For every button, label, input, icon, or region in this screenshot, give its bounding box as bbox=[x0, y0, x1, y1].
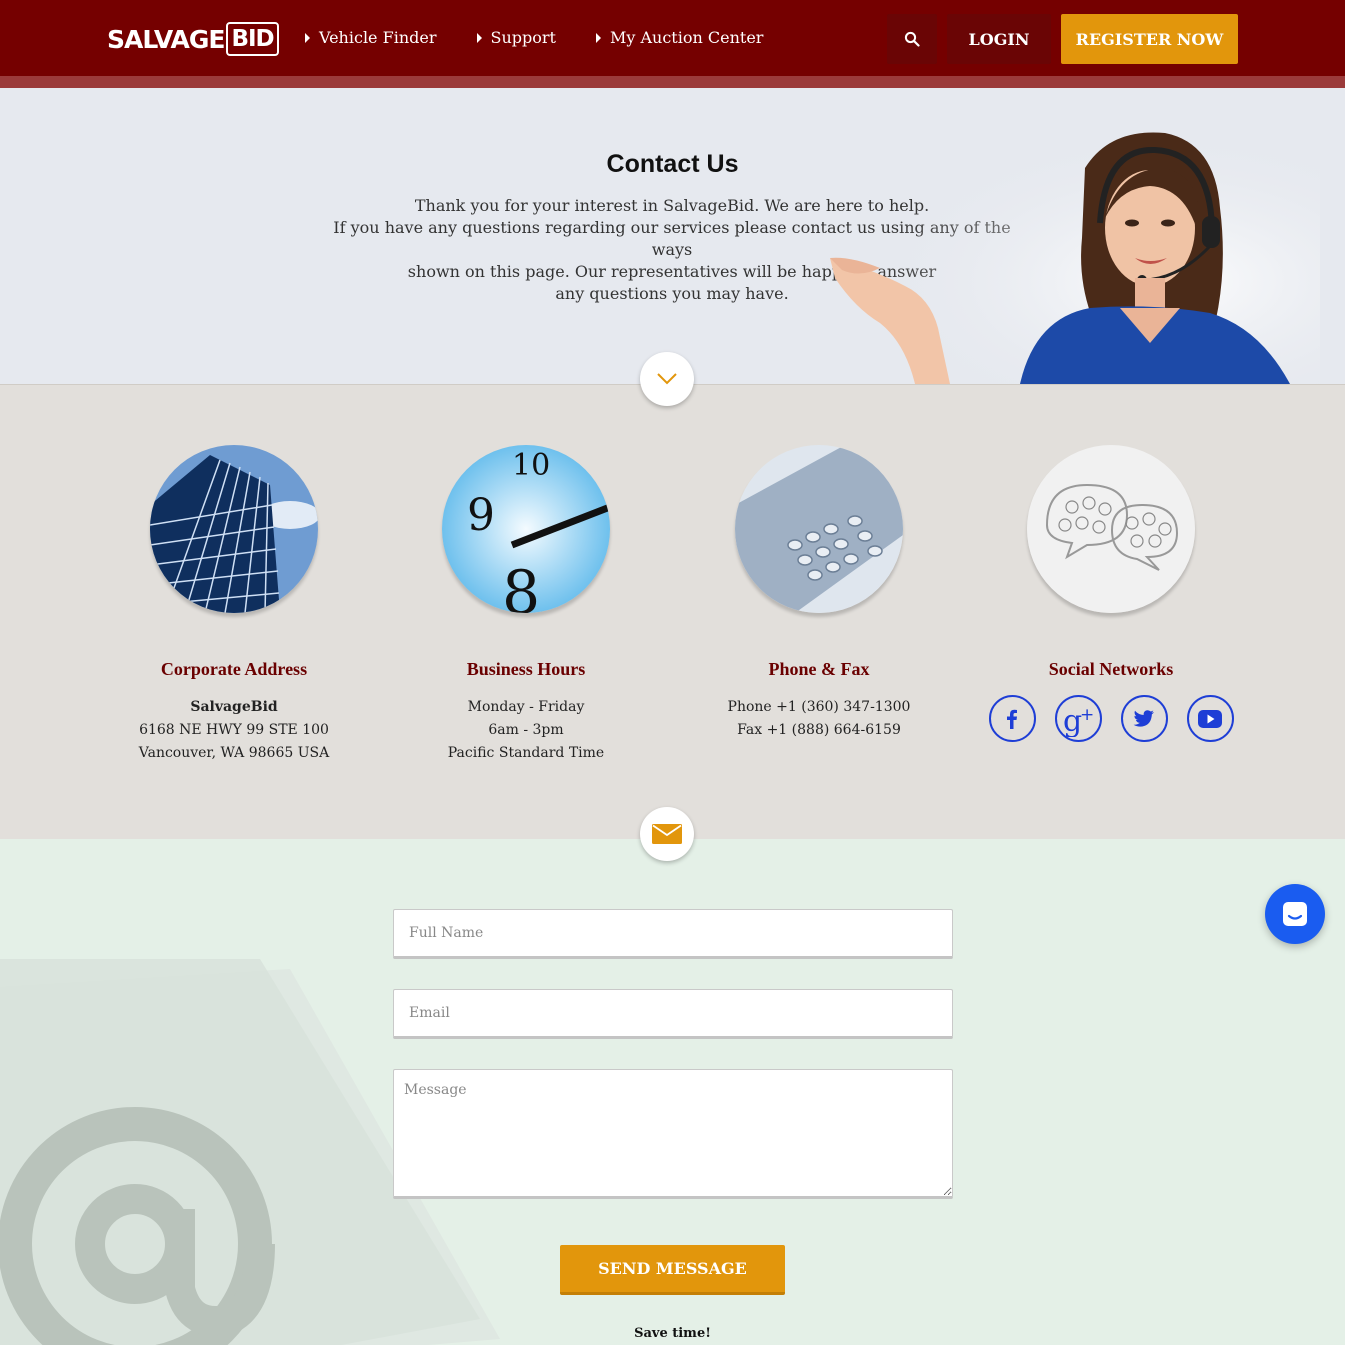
phone-column: Phone & Fax Phone +1 (360) 347-1300 Fax … bbox=[694, 445, 944, 742]
address-heading: Corporate Address bbox=[160, 659, 308, 679]
chat-launcher-button[interactable] bbox=[1265, 884, 1325, 944]
google-plus-icon: g + bbox=[1063, 704, 1094, 737]
youtube-icon bbox=[1198, 709, 1222, 728]
caret-right-icon bbox=[595, 32, 601, 43]
youtube-link[interactable] bbox=[1186, 695, 1234, 742]
logo-text: SALVAGE bbox=[107, 24, 225, 54]
phone-number: Phone +1 (360) 347-1300 bbox=[727, 699, 911, 715]
message-textarea[interactable] bbox=[393, 1069, 953, 1199]
address-line: Vancouver, WA 98665 USA bbox=[138, 745, 330, 761]
svg-text:9: 9 bbox=[467, 490, 495, 541]
nav-label: My Auction Center bbox=[609, 28, 764, 47]
nav-vehicle-finder[interactable]: Vehicle Finder bbox=[305, 28, 437, 47]
caret-right-icon bbox=[305, 32, 310, 43]
hours-line: Pacific Standard Time bbox=[447, 745, 605, 761]
svg-text:8: 8 bbox=[502, 558, 540, 613]
logo-bid: BID bbox=[226, 22, 279, 56]
nav-support[interactable]: Support bbox=[476, 28, 556, 47]
salvagebid-logo[interactable]: SALVAGE BID bbox=[107, 20, 279, 58]
message-section-button[interactable] bbox=[640, 807, 694, 861]
phone-heading: Phone & Fax bbox=[768, 659, 870, 679]
phone-details: Phone +1 (360) 347-1300 Fax +1 (888) 664… bbox=[694, 696, 944, 742]
address-column: Corporate Address SalvageBid 6168 NE HWY… bbox=[109, 445, 359, 765]
address-line: 6168 NE HWY 99 STE 100 bbox=[139, 722, 329, 738]
building-image bbox=[150, 445, 318, 613]
hours-details: Monday - Friday 6am - 3pm Pacific Standa… bbox=[401, 696, 651, 765]
caret-right-icon bbox=[476, 32, 482, 43]
hours-column: 10 9 8 Business Hours Monday - Friday 6a… bbox=[401, 445, 651, 765]
facebook-icon bbox=[1007, 709, 1017, 729]
contact-hero: Contact Us Thank you for your interest i… bbox=[0, 88, 1345, 384]
support-agent-image bbox=[820, 128, 1320, 384]
search-button[interactable] bbox=[887, 14, 937, 64]
chat-icon bbox=[1283, 902, 1307, 926]
social-network-image bbox=[1027, 445, 1195, 613]
address-details: SalvageBid 6168 NE HWY 99 STE 100 Vancou… bbox=[109, 696, 359, 765]
hours-line: Monday - Friday bbox=[467, 699, 585, 715]
social-heading: Social Networks bbox=[1048, 659, 1174, 679]
header-stripe bbox=[0, 76, 1345, 88]
email-input[interactable] bbox=[393, 989, 953, 1039]
facebook-link[interactable] bbox=[988, 695, 1036, 742]
social-links: g + bbox=[986, 695, 1236, 742]
hours-line: 6am - 3pm bbox=[488, 722, 564, 738]
contact-info-section: Corporate Address SalvageBid 6168 NE HWY… bbox=[0, 384, 1345, 839]
search-icon bbox=[904, 31, 920, 47]
svg-text:+: + bbox=[1080, 705, 1094, 725]
full-name-input[interactable] bbox=[393, 909, 953, 959]
nav-label: Support bbox=[490, 28, 556, 47]
contact-form-section: SEND MESSAGE Save time! bbox=[0, 839, 1345, 1345]
phone-image bbox=[735, 445, 903, 613]
hours-heading: Business Hours bbox=[466, 659, 586, 679]
svg-text:10: 10 bbox=[512, 448, 550, 483]
company-name: SalvageBid bbox=[190, 699, 278, 715]
google-plus-link[interactable]: g + bbox=[1054, 695, 1102, 742]
chevron-down-icon bbox=[657, 373, 677, 385]
main-nav: Vehicle Finder Support My Auction Center bbox=[305, 28, 763, 47]
site-header: SALVAGE BID Vehicle Finder Support My Au… bbox=[0, 0, 1345, 88]
fax-number: Fax +1 (888) 664-6159 bbox=[737, 722, 901, 738]
save-time-note: Save time! bbox=[634, 1326, 711, 1341]
register-button[interactable]: REGISTER NOW bbox=[1061, 14, 1238, 64]
send-message-button[interactable]: SEND MESSAGE bbox=[560, 1245, 785, 1295]
envelope-icon bbox=[652, 824, 682, 844]
scroll-down-button[interactable] bbox=[640, 352, 694, 406]
social-column: Social Networks g + bbox=[986, 445, 1236, 742]
twitter-icon bbox=[1133, 709, 1154, 727]
twitter-link[interactable] bbox=[1120, 695, 1168, 742]
nav-my-auction-center[interactable]: My Auction Center bbox=[595, 28, 764, 47]
clock-image: 10 9 8 bbox=[442, 445, 610, 613]
nav-label: Vehicle Finder bbox=[319, 28, 437, 47]
login-button[interactable]: LOGIN bbox=[947, 14, 1051, 64]
